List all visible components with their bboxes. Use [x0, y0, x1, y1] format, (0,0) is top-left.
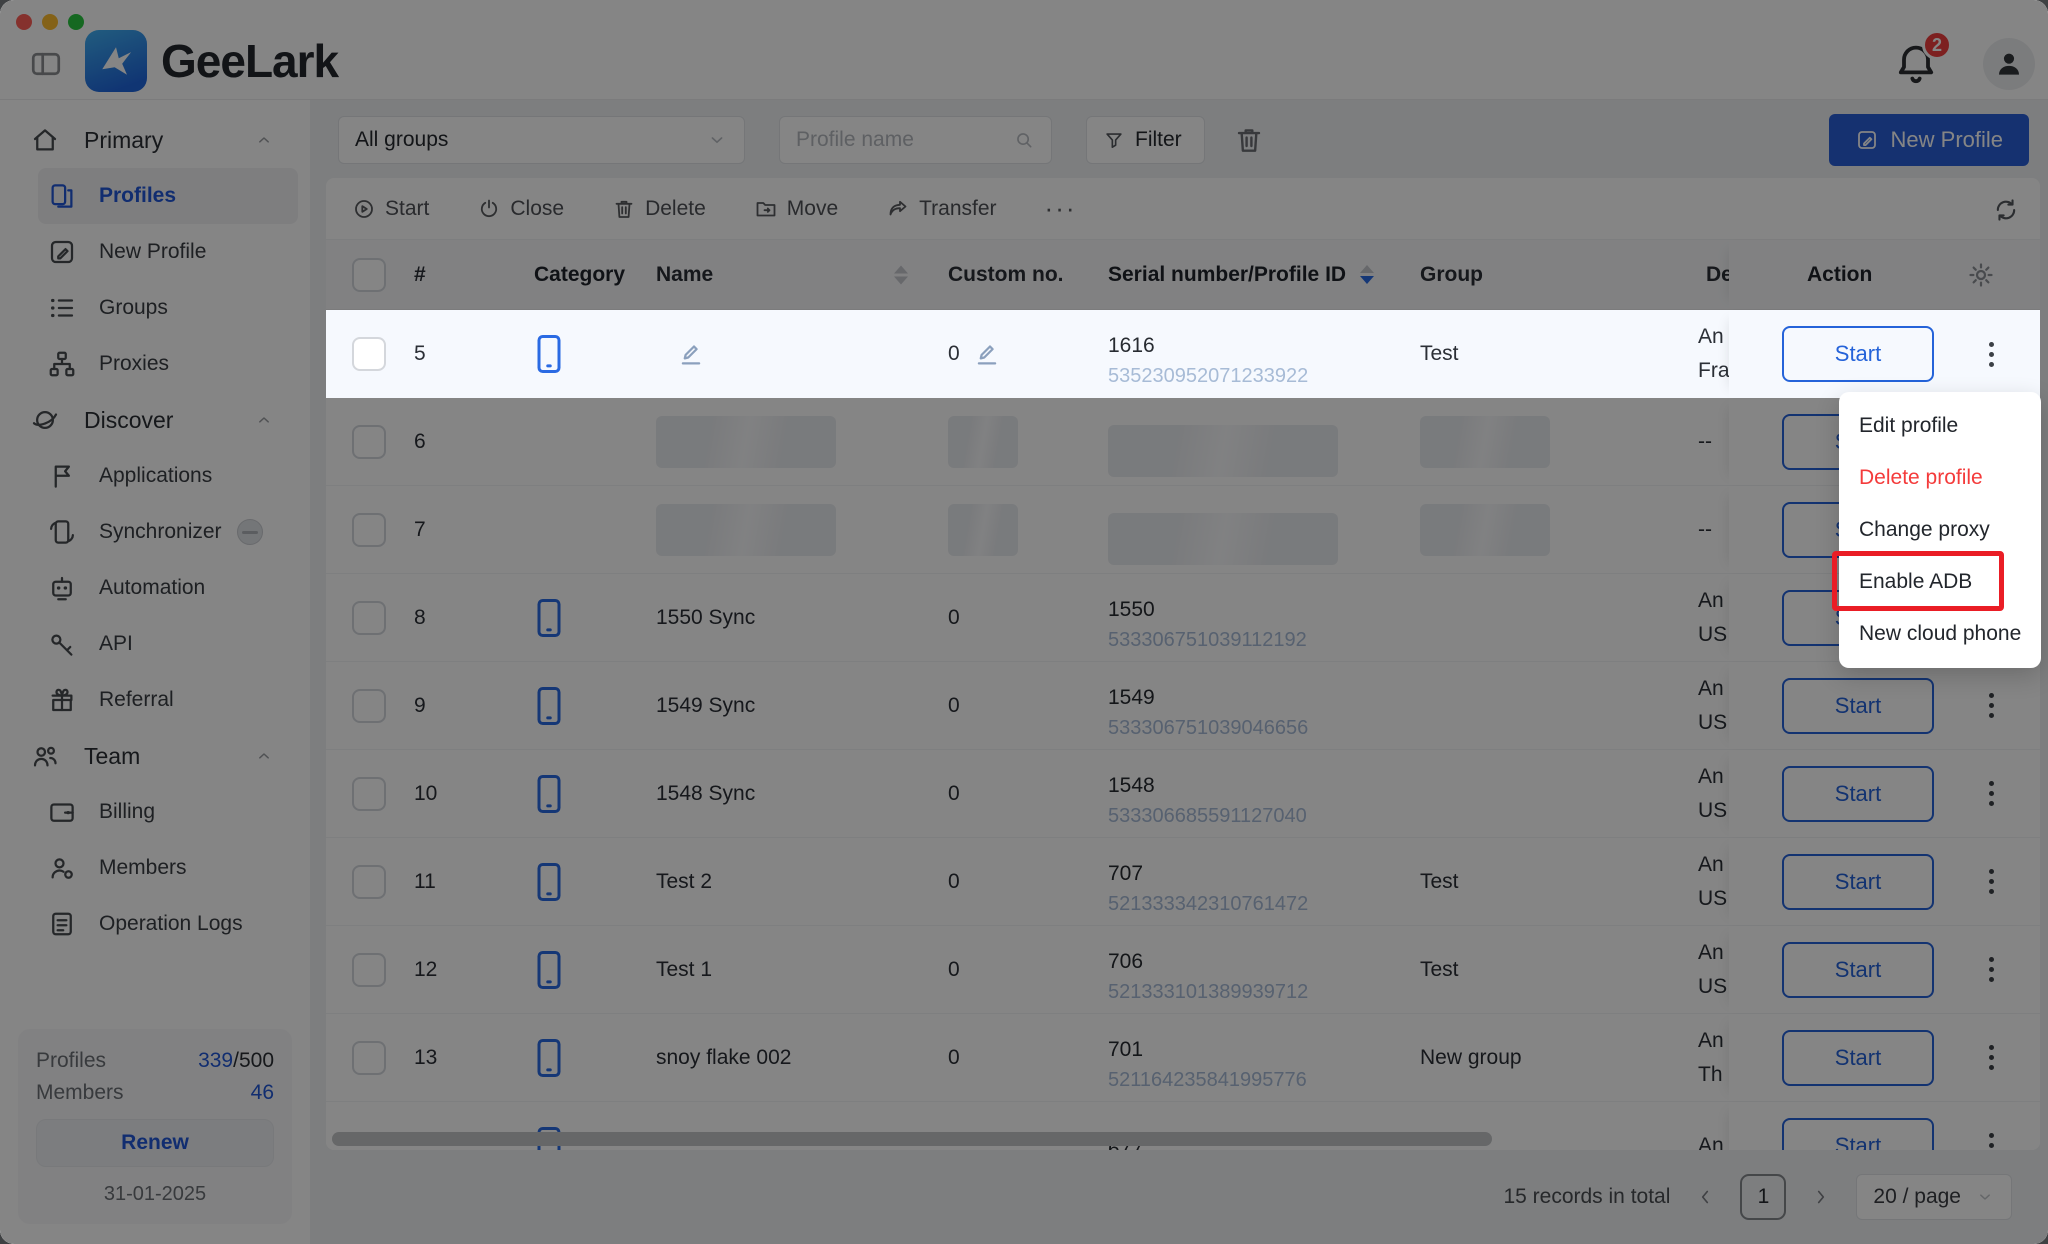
cell-custom-no: 0 [922, 339, 1092, 369]
cell-action: Start [1729, 310, 2040, 398]
menu-item-edit-profile[interactable]: Edit profile [1839, 400, 2041, 452]
device-line-2: Fra [1698, 354, 1729, 388]
cell-name [640, 339, 922, 369]
dim-overlay [0, 0, 2048, 1244]
table-row: 501616535230952071233922TestAnFraStart [326, 310, 2040, 398]
start-button[interactable]: Start [1782, 326, 1934, 382]
cell-group: Test [1404, 342, 1686, 366]
menu-item-enable-adb[interactable]: Enable ADB [1839, 556, 2041, 608]
cloud-phone-icon [534, 334, 564, 374]
cell-serial: 1616535230952071233922 [1092, 317, 1404, 391]
device-line-1: An [1698, 320, 1729, 354]
serial-number: 1616 [1108, 331, 1404, 361]
app-window: GeeLark 2 PrimaryProfilesNew ProfileGrou… [0, 0, 2048, 1244]
row-menu-kebab-icon[interactable] [1986, 334, 1996, 374]
row-checkbox[interactable] [352, 337, 386, 371]
menu-item-delete-profile[interactable]: Delete profile [1839, 452, 2041, 504]
cell-device-clipped: AnFra [1686, 320, 1729, 388]
row-context-menu: Edit profileDelete profileChange proxyEn… [1839, 392, 2041, 668]
edit-custom-no-icon[interactable] [972, 339, 1002, 369]
cell-select [326, 337, 398, 371]
profile-id: 535230952071233922 [1108, 361, 1404, 391]
menu-item-new-cloud-phone[interactable]: New cloud phone [1839, 608, 2041, 660]
edit-name-icon[interactable] [676, 339, 706, 369]
cell-category [494, 334, 640, 374]
menu-item-change-proxy[interactable]: Change proxy [1839, 504, 2041, 556]
cell-index: 5 [398, 342, 494, 366]
custom-no-value: 0 [948, 342, 960, 366]
